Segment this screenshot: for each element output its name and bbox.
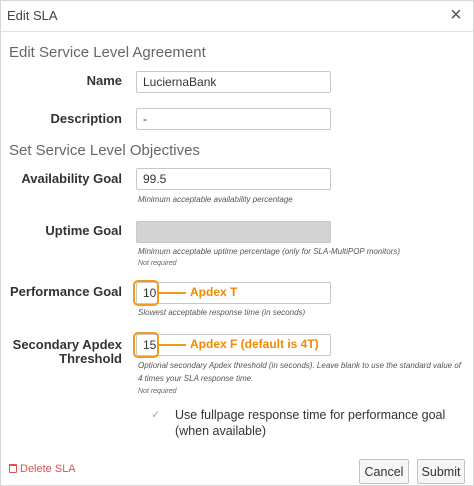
- secondary-apdex-label-line2: Threshold: [59, 351, 122, 366]
- secondary-apdex-not-required: Not required: [138, 388, 177, 395]
- performance-goal-label: Performance Goal: [10, 284, 122, 299]
- performance-goal-help: Slowest acceptable response time (in sec…: [138, 308, 306, 317]
- delete-sla-label: Delete SLA: [20, 463, 76, 475]
- section-title-sla: Edit Service Level Agreement: [9, 44, 206, 61]
- apdex-f-annotation: Apdex F (default is 4T): [190, 337, 319, 351]
- apdex-t-connector: [159, 292, 186, 294]
- close-icon[interactable]: ×: [445, 4, 467, 26]
- trash-icon: [9, 464, 17, 473]
- submit-button[interactable]: Submit: [417, 459, 465, 484]
- delete-sla-link[interactable]: Delete SLA: [9, 463, 76, 475]
- edit-sla-dialog: Edit SLA × Edit Service Level Agreement …: [0, 0, 474, 486]
- uptime-goal-help: Minimum acceptable uptime percentage (on…: [138, 247, 401, 256]
- apdex-f-connector: [159, 344, 186, 346]
- dialog-title: Edit SLA: [7, 8, 58, 23]
- cancel-button[interactable]: Cancel: [359, 459, 409, 484]
- section-title-slo: Set Service Level Objectives: [9, 142, 200, 159]
- secondary-apdex-help-line1: Optional secondary Apdex threshold (in s…: [138, 361, 462, 370]
- uptime-goal-not-required: Not required: [138, 260, 177, 267]
- name-label: Name: [86, 73, 122, 88]
- name-input[interactable]: [136, 71, 331, 93]
- availability-goal-label: Availability Goal: [21, 171, 122, 186]
- description-input[interactable]: [136, 108, 331, 130]
- fullpage-response-checkbox-label: Use fullpage response time for performan…: [175, 408, 446, 438]
- check-icon[interactable]: ✓: [151, 408, 161, 421]
- dialog-header: Edit SLA ×: [1, 1, 473, 32]
- uptime-goal-label: Uptime Goal: [45, 223, 122, 238]
- secondary-apdex-help-line2: 4 times your SLA response time.: [138, 374, 254, 383]
- dialog-footer: Delete SLA Cancel Submit: [1, 454, 473, 486]
- apdex-t-annotation: Apdex T: [190, 285, 238, 299]
- availability-goal-help: Minimum acceptable availability percenta…: [138, 195, 293, 204]
- uptime-goal-input: [136, 221, 331, 243]
- description-label: Description: [50, 111, 122, 126]
- availability-goal-input[interactable]: [136, 168, 331, 190]
